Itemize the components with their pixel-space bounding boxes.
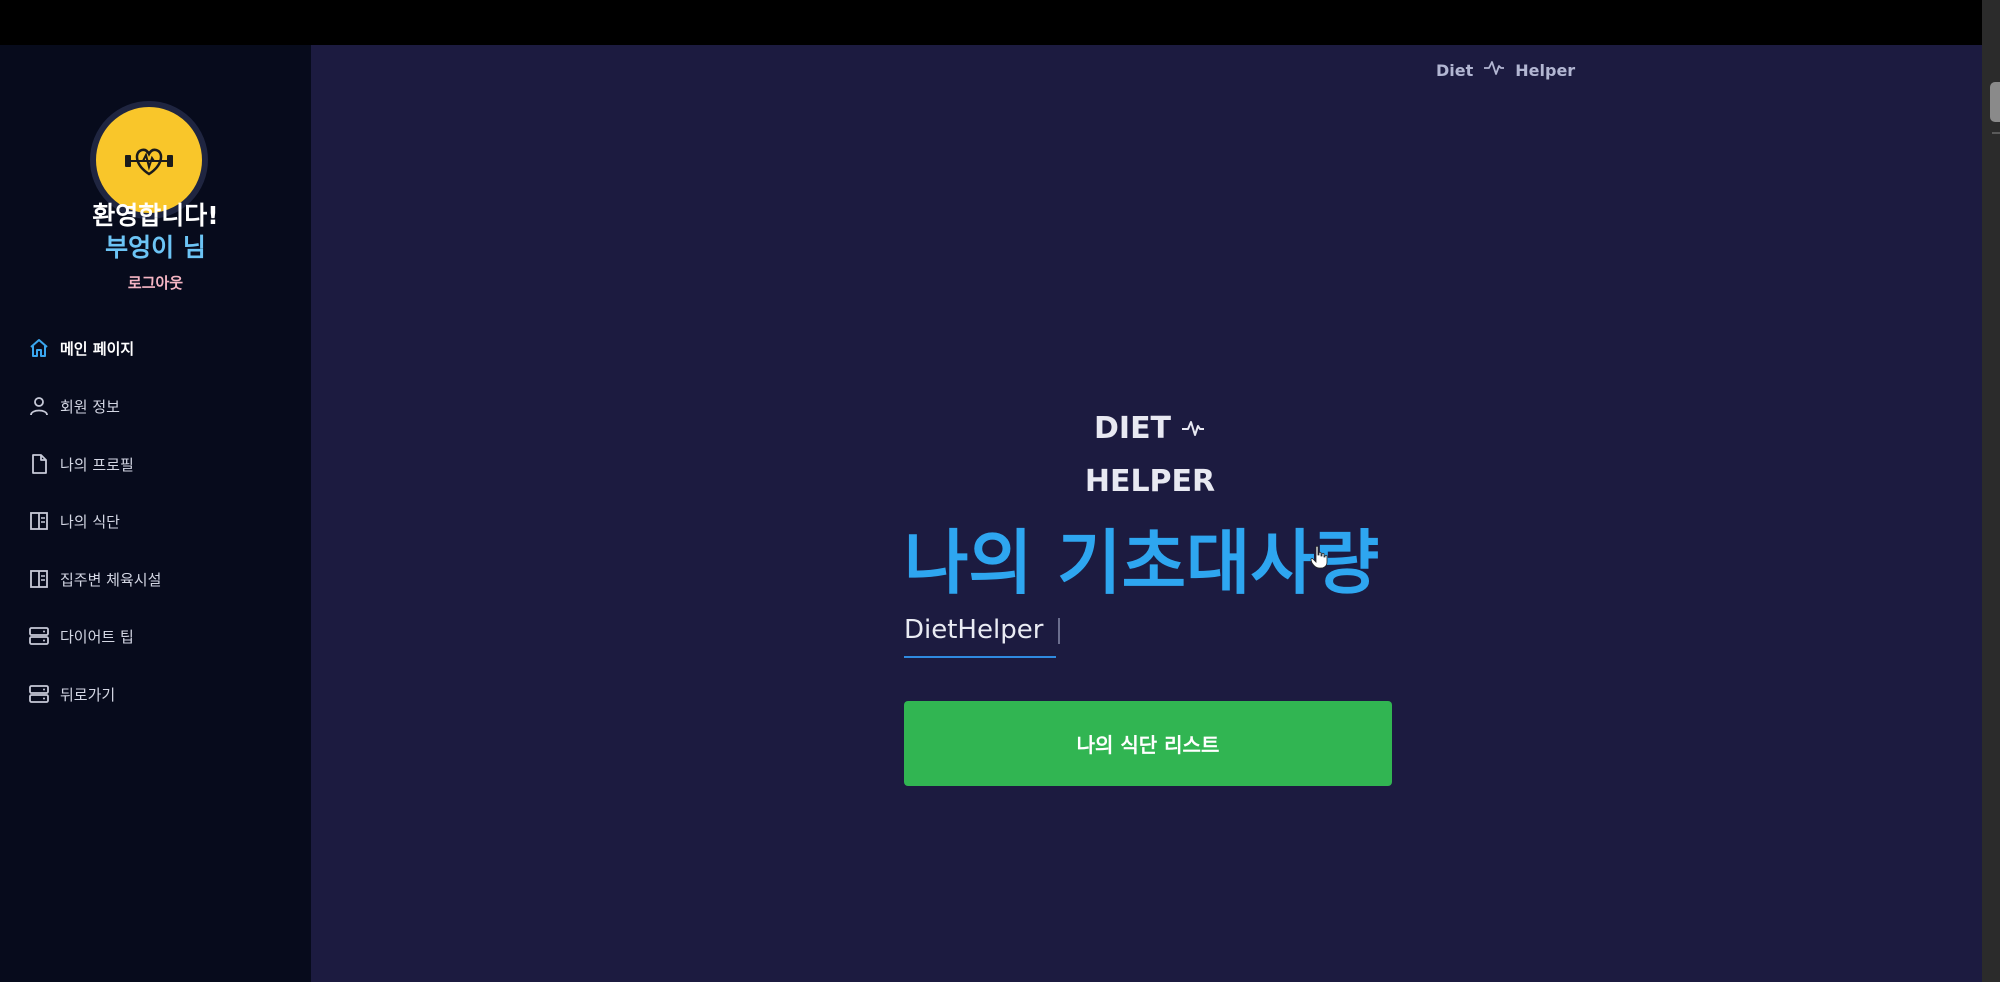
home-icon bbox=[28, 337, 50, 359]
server-icon bbox=[28, 625, 50, 647]
server-icon bbox=[28, 683, 50, 705]
sidebar-item-nearby-gyms[interactable]: 집주변 체육시설 bbox=[28, 565, 161, 593]
brand-text-helper: Helper bbox=[1515, 60, 1576, 80]
sidebar-item-diet-tips[interactable]: 다이어트 팁 bbox=[28, 622, 134, 650]
welcome-text: 환영합니다! bbox=[92, 201, 219, 230]
hero-diet-text: DIET bbox=[1094, 410, 1172, 446]
sidebar-item-label: 집주변 체육시설 bbox=[60, 570, 162, 589]
username: 부엉이 님 bbox=[105, 233, 206, 262]
sidebar-item-label: 뒤로가기 bbox=[60, 685, 116, 704]
edge-tab[interactable] bbox=[1990, 82, 2000, 122]
hero-line-diet: DIET bbox=[1094, 407, 1205, 449]
my-diet-list-button[interactable]: 나의 식단 리스트 bbox=[904, 701, 1392, 786]
sidebar-item-go-back[interactable]: 뒤로가기 bbox=[28, 680, 115, 708]
window-edge-strip bbox=[1982, 0, 2000, 982]
sidebar-item-member-info[interactable]: 회원 정보 bbox=[28, 392, 120, 420]
main-content bbox=[311, 45, 1982, 982]
sidebar-item-label: 나의 식단 bbox=[60, 512, 120, 531]
pulse-icon bbox=[1181, 417, 1205, 439]
window-top-bar bbox=[0, 0, 1982, 45]
brand-logo[interactable]: Diet Helper bbox=[1436, 58, 1575, 82]
brand-text-diet: Diet bbox=[1436, 60, 1474, 80]
name-input-value: DietHelper bbox=[904, 615, 1044, 645]
hero-line-helper: HELPER bbox=[1084, 464, 1216, 499]
heart-dumbbell-icon bbox=[125, 148, 173, 176]
sidebar-item-label: 나의 프로필 bbox=[60, 455, 134, 474]
logout-link[interactable]: 로그아웃 bbox=[0, 272, 311, 293]
sidebar-item-main-page[interactable]: 메인 페이지 bbox=[28, 334, 134, 362]
name-input[interactable]: DietHelper bbox=[904, 612, 1060, 658]
edge-divider bbox=[1992, 132, 2000, 134]
book-icon bbox=[28, 568, 50, 590]
sidebar-item-label: 다이어트 팁 bbox=[60, 627, 134, 646]
document-icon bbox=[28, 453, 50, 475]
book-icon bbox=[28, 510, 50, 532]
sidebar-item-my-profile[interactable]: 나의 프로필 bbox=[28, 450, 134, 478]
hand-cursor-icon bbox=[1310, 545, 1328, 569]
text-caret bbox=[1058, 618, 1060, 644]
pulse-icon bbox=[1483, 58, 1505, 82]
sidebar-item-label: 메인 페이지 bbox=[60, 339, 135, 358]
sidebar-item-my-diet[interactable]: 나의 식단 bbox=[28, 507, 120, 535]
user-icon bbox=[28, 395, 50, 417]
sidebar-item-label: 회원 정보 bbox=[60, 397, 120, 416]
